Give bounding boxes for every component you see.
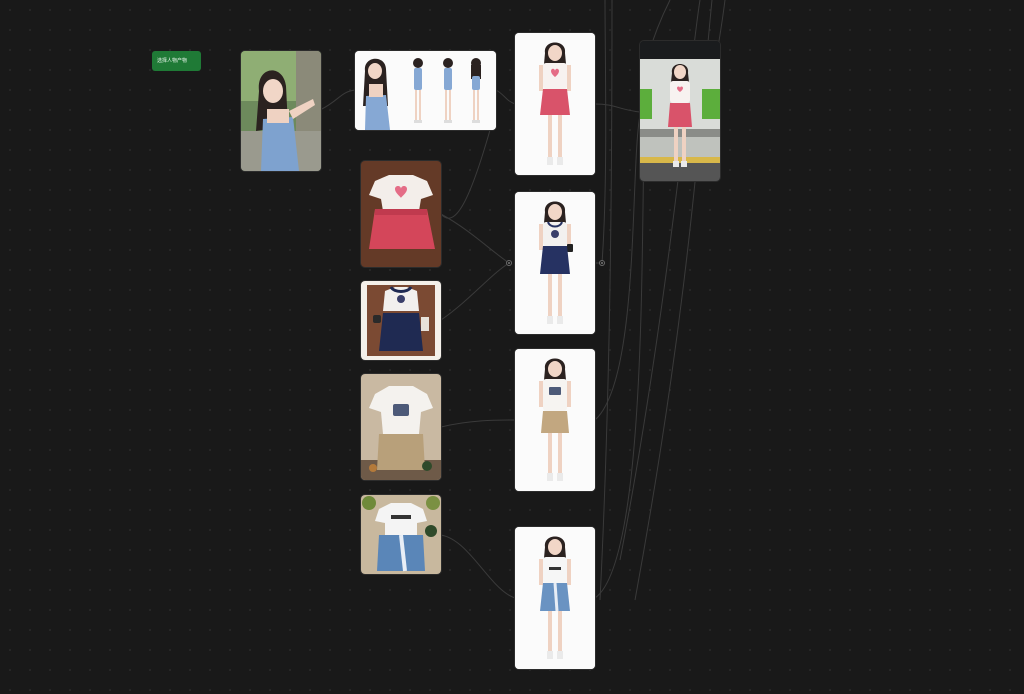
wire-top-a [601,0,607,264]
model-3-node[interactable] [515,349,595,491]
wire-top-f [599,0,613,601]
wire-ref-to-pose [319,89,356,111]
model-4-node[interactable] [515,527,595,669]
wire-g2-hub [440,262,510,321]
pose-sheet-node[interactable] [355,51,496,130]
connection-port-left[interactable] [506,260,512,266]
wire-g3-hub [440,419,516,428]
wire-model1-out [594,103,641,113]
model-3-image [515,349,595,491]
connection-wires [319,0,726,601]
reference-photo-node[interactable] [241,51,321,171]
model-4-image [515,527,595,669]
wire-g4-model4 [440,534,516,599]
workflow-canvas[interactable]: 选择人物产物 [0,0,1024,694]
garment-2-image [361,281,441,360]
start-node-label[interactable]: 选择人物产物 [152,51,201,71]
garment-1-image [361,161,441,267]
garment-2-node[interactable] [361,281,441,360]
garment-3-node[interactable] [361,374,441,480]
wire-pose-to-hub [440,129,491,219]
wire-model3-out [594,114,641,421]
reference-photo-image [241,51,321,171]
garment-1-node[interactable] [361,161,441,267]
connection-port-right[interactable] [599,260,605,266]
garment-4-node[interactable] [361,495,441,574]
pose-sheet-image [355,51,496,130]
model-1-image [515,33,595,175]
garment-4-image [361,495,441,574]
wire-g1-hub [440,213,510,264]
garment-3-image [361,374,441,480]
wire-model4-out [594,117,646,599]
output-scene-image [640,41,720,181]
model-2-image [515,192,595,334]
wire-pose-to-model1 [495,89,516,105]
model-1-node[interactable] [515,33,595,175]
output-scene-node[interactable] [640,41,720,181]
model-2-node[interactable] [515,192,595,334]
